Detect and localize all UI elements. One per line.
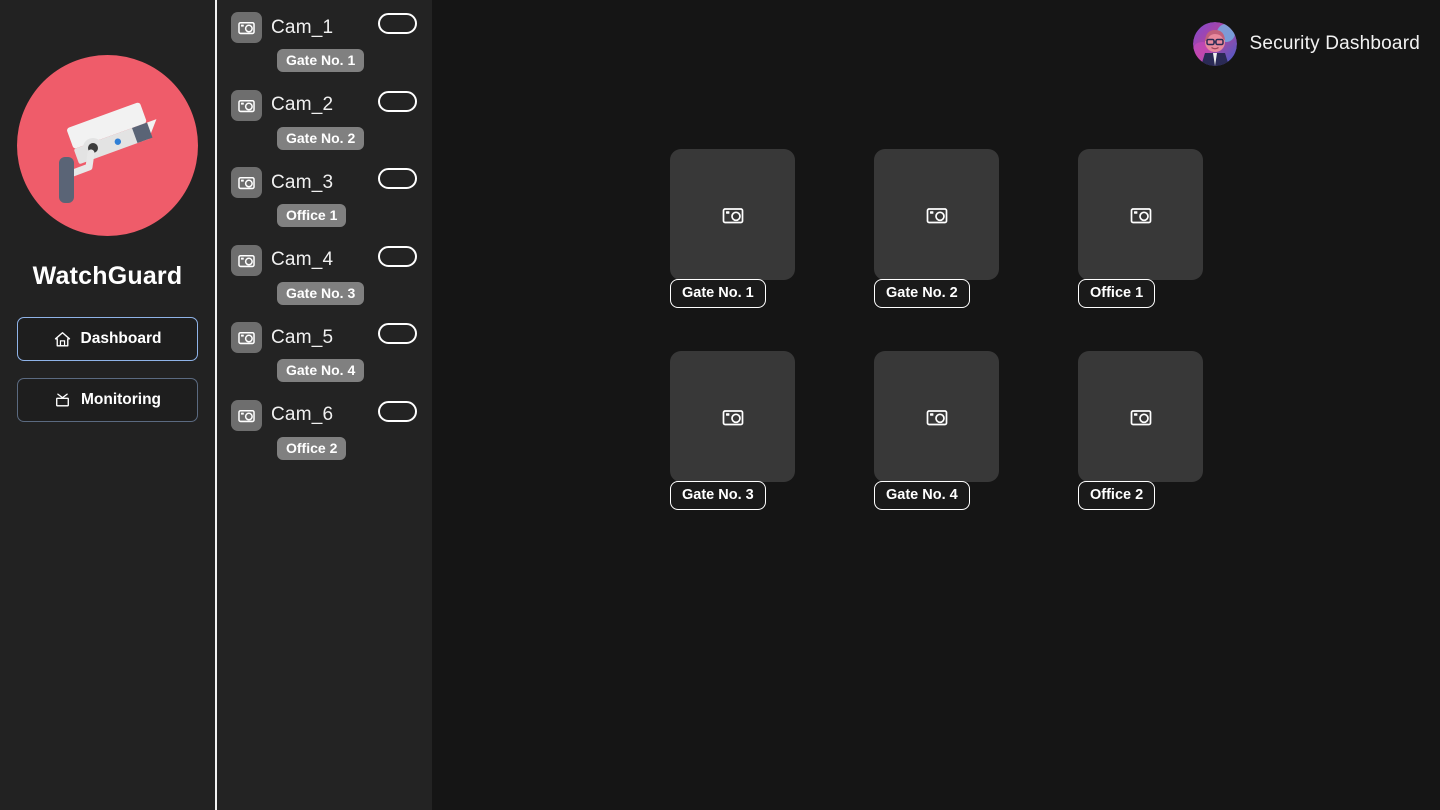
camera-list-item[interactable]: Cam_1 Gate No. 1 bbox=[217, 6, 432, 84]
camera-list-item[interactable]: Cam_2 Gate No. 2 bbox=[217, 84, 432, 162]
camera-feed-tile[interactable] bbox=[1078, 351, 1203, 482]
camera-toggle[interactable] bbox=[378, 168, 417, 189]
camera-name: Cam_3 bbox=[271, 171, 334, 193]
camera-tile-cell: Gate No. 4 bbox=[874, 351, 1078, 510]
camera-location-badge: Gate No. 3 bbox=[277, 281, 365, 305]
camera-name: Cam_2 bbox=[271, 94, 334, 115]
home-icon bbox=[54, 331, 71, 348]
camera-tile-label[interactable]: Office 1 bbox=[1078, 279, 1156, 308]
page-title: Security Dashboard bbox=[1249, 33, 1420, 54]
camera-toggle[interactable] bbox=[378, 245, 417, 267]
camera-list-item[interactable]: Cam_3 Office 1 bbox=[217, 161, 432, 239]
camera-feed-tile[interactable] bbox=[874, 149, 999, 280]
camera-location-badge: Gate No. 4 bbox=[277, 359, 365, 382]
avatar[interactable] bbox=[1192, 22, 1237, 66]
camera-icon bbox=[231, 167, 262, 198]
sidebar-item-label: Dashboard bbox=[80, 330, 162, 347]
camera-name: Cam_6 bbox=[271, 404, 334, 425]
sidebar-item-monitoring[interactable]: Monitoring bbox=[17, 378, 198, 422]
sidebar-item-dashboard[interactable]: Dashboard bbox=[17, 317, 198, 361]
sidebar-item-label: Monitoring bbox=[80, 391, 162, 408]
security-dashboard-app: WatchGuard Dashboard Monitoring Cam_1 Ga… bbox=[0, 0, 1440, 810]
camera-icon bbox=[925, 203, 949, 227]
brand-name: WatchGuard bbox=[32, 262, 183, 290]
camera-location-badge: Office 2 bbox=[277, 436, 347, 460]
camera-icon bbox=[231, 12, 262, 43]
camera-location-badge: Gate No. 1 bbox=[277, 49, 365, 72]
camera-icon bbox=[1129, 405, 1153, 429]
camera-tile-label[interactable]: Gate No. 3 bbox=[670, 481, 766, 510]
camera-toggle[interactable] bbox=[378, 400, 417, 422]
camera-toggle[interactable] bbox=[378, 90, 417, 112]
camera-icon bbox=[721, 203, 745, 227]
camera-list-panel: Cam_1 Gate No. 1 Cam_2 Gate No. 2 Cam_3 … bbox=[217, 0, 432, 810]
cctv-camera-icon bbox=[17, 55, 198, 236]
camera-tile-label[interactable]: Office 2 bbox=[1078, 481, 1156, 510]
camera-icon bbox=[231, 399, 262, 431]
sidebar-nav: Dashboard Monitoring bbox=[0, 317, 215, 422]
camera-icon bbox=[231, 244, 262, 276]
camera-feed-tile[interactable] bbox=[670, 149, 795, 280]
camera-tile-label[interactable]: Gate No. 2 bbox=[874, 279, 970, 308]
camera-icon bbox=[1129, 203, 1153, 227]
camera-icon bbox=[231, 322, 262, 353]
camera-list-item[interactable]: Cam_4 Gate No. 3 bbox=[217, 239, 432, 317]
camera-grid: Gate No. 1 Gate No. 2 Office 1 Gate No. … bbox=[670, 149, 1282, 510]
camera-icon bbox=[721, 405, 745, 429]
camera-name: Cam_4 bbox=[271, 249, 334, 270]
camera-feed-tile[interactable] bbox=[874, 351, 999, 482]
camera-icon bbox=[231, 89, 262, 121]
camera-list-item[interactable]: Cam_5 Gate No. 4 bbox=[217, 316, 432, 394]
camera-toggle[interactable] bbox=[378, 323, 417, 344]
camera-tile-label[interactable]: Gate No. 1 bbox=[670, 279, 766, 308]
camera-toggle[interactable] bbox=[378, 13, 417, 34]
camera-list-item[interactable]: Cam_6 Office 2 bbox=[217, 394, 432, 472]
tv-icon bbox=[54, 392, 71, 409]
camera-tile-cell: Gate No. 2 bbox=[874, 149, 1078, 308]
camera-name: Cam_1 bbox=[271, 16, 334, 38]
camera-tile-cell: Gate No. 1 bbox=[670, 149, 874, 308]
main-content: Security Dashboard Gate No. 1 Gate No. 2… bbox=[432, 0, 1440, 810]
camera-location-badge: Gate No. 2 bbox=[277, 126, 365, 150]
topbar: Security Dashboard bbox=[1192, 22, 1420, 66]
camera-tile-cell: Office 2 bbox=[1078, 351, 1282, 510]
camera-name: Cam_5 bbox=[271, 326, 334, 348]
camera-tile-cell: Office 1 bbox=[1078, 149, 1282, 308]
camera-tile-cell: Gate No. 3 bbox=[670, 351, 874, 510]
sidebar: WatchGuard Dashboard Monitoring bbox=[0, 0, 217, 810]
camera-feed-tile[interactable] bbox=[1078, 149, 1203, 280]
camera-location-badge: Office 1 bbox=[277, 204, 347, 227]
camera-icon bbox=[925, 405, 949, 429]
camera-feed-tile[interactable] bbox=[670, 351, 795, 482]
camera-tile-label[interactable]: Gate No. 4 bbox=[874, 481, 970, 510]
